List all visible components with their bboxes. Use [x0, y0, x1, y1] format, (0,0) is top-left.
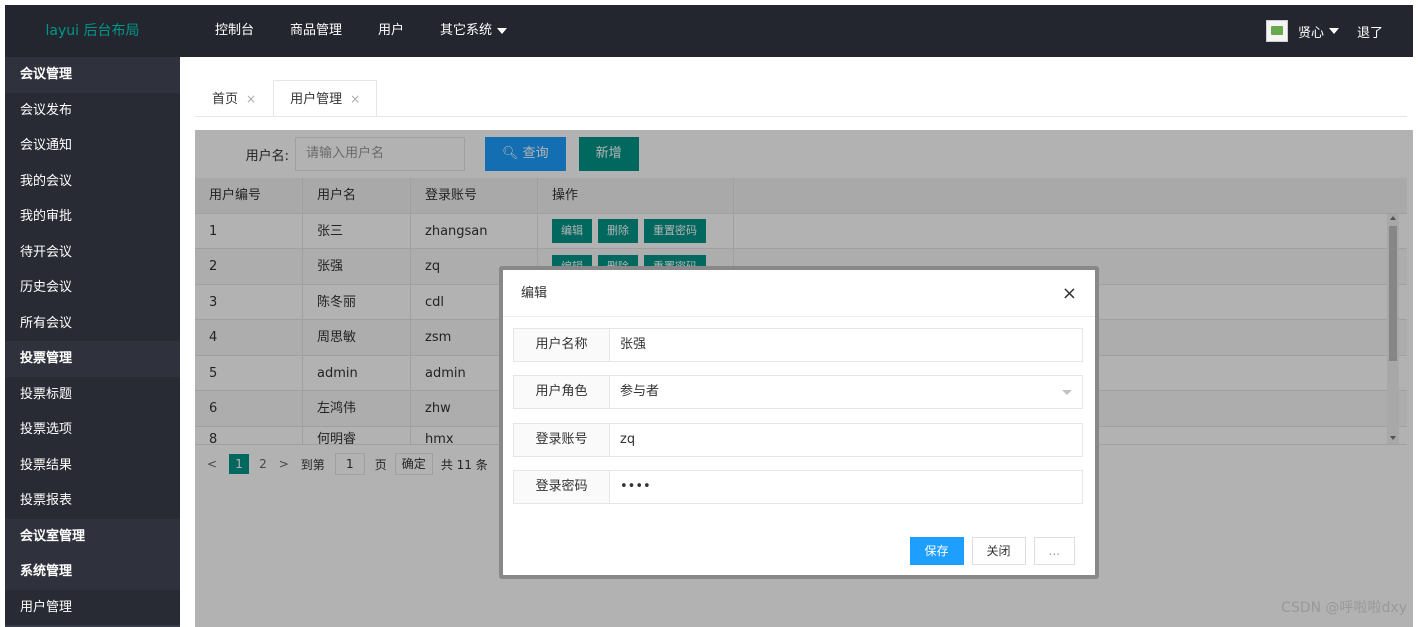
close-icon[interactable]: × [350, 92, 360, 106]
logout-link[interactable]: 退了 [1357, 22, 1383, 41]
tab-bar: 首页 × 用户管理 × [195, 80, 378, 117]
chevron-down-icon [497, 27, 508, 34]
sidebar-item-vote-report[interactable]: 投票报表 [5, 483, 180, 519]
watermark: CSDN @呼啦啦dxy [1281, 600, 1407, 616]
sidebar-item-my-meetings[interactable]: 我的会议 [5, 163, 180, 199]
nav-other-label: 其它系统 [440, 23, 493, 38]
cancel-button[interactable]: 关闭 [971, 537, 1026, 565]
dialog-title: 编辑 [521, 286, 548, 301]
save-button[interactable]: 保存 [909, 537, 964, 565]
user-name[interactable]: 贤心 [1298, 22, 1324, 41]
sidebar-item-user-management[interactable]: 用户管理 [5, 589, 180, 625]
user-area: 贤心 退了 [1265, 5, 1383, 57]
sidebar-group-room[interactable]: 会议室管理 [5, 518, 180, 554]
more-button[interactable]: ... [1033, 537, 1075, 565]
logo: layui 后台布局 [45, 23, 140, 39]
top-header: layui 后台布局 控制台 商品管理 用户 其它系统 贤心 退了 [5, 5, 1413, 57]
tab-home[interactable]: 首页 × [195, 80, 273, 117]
dialog-buttons: 保存 关闭 ... [902, 537, 1075, 565]
password-field[interactable]: •••• [610, 471, 1082, 503]
role-select[interactable]: 参与者 [610, 376, 1082, 408]
chevron-down-icon [1062, 390, 1072, 395]
nav-dashboard[interactable]: 控制台 [215, 5, 272, 57]
nav-products[interactable]: 商品管理 [290, 5, 360, 57]
sidebar-item-history-meetings[interactable]: 历史会议 [5, 270, 180, 306]
avatar[interactable] [1265, 20, 1288, 42]
sidebar: 会议管理 会议发布 会议通知 我的会议 我的审批 待开会议 历史会议 所有会议 … [5, 57, 180, 627]
edit-dialog-frame: 编辑 × 用户名称 张强 用户角色 参与者 登录账号 zq 登录密码 •••• … [499, 266, 1099, 579]
dialog-title-bar: 编辑 × [503, 270, 1095, 317]
sidebar-group-meeting[interactable]: 会议管理 [5, 57, 180, 93]
field-account: 登录账号 zq [513, 423, 1083, 457]
sidebar-group-vote[interactable]: 投票管理 [5, 341, 180, 377]
field-role: 用户角色 参与者 [513, 375, 1083, 409]
field-label: 用户名称 [514, 329, 610, 361]
sidebar-item-vote-results[interactable]: 投票结果 [5, 447, 180, 483]
tab-divider [195, 116, 1407, 117]
sidebar-item-meeting-notice[interactable]: 会议通知 [5, 128, 180, 164]
tab-label: 首页 [212, 92, 239, 107]
username-field[interactable]: 张强 [610, 329, 1082, 361]
top-nav: 控制台 商品管理 用户 其它系统 [215, 5, 543, 57]
sidebar-item-vote-title[interactable]: 投票标题 [5, 376, 180, 412]
nav-other-systems[interactable]: 其它系统 [440, 5, 525, 57]
close-icon[interactable]: × [246, 92, 256, 106]
account-field[interactable]: zq [610, 424, 1082, 456]
tab-label: 用户管理 [290, 92, 343, 107]
role-value: 参与者 [620, 384, 660, 399]
sidebar-item-my-approvals[interactable]: 我的审批 [5, 199, 180, 235]
field-username: 用户名称 张强 [513, 328, 1083, 362]
field-label: 登录账号 [514, 424, 610, 456]
sidebar-item-pending-meetings[interactable]: 待开会议 [5, 234, 180, 270]
tab-user-management[interactable]: 用户管理 × [273, 80, 378, 117]
close-icon[interactable]: × [1062, 270, 1077, 317]
field-password: 登录密码 •••• [513, 470, 1083, 504]
sidebar-group-system[interactable]: 系统管理 [5, 554, 180, 590]
field-label: 用户角色 [514, 376, 610, 408]
edit-dialog: 编辑 × 用户名称 张强 用户角色 参与者 登录账号 zq 登录密码 •••• … [503, 270, 1095, 575]
chevron-down-icon[interactable] [1328, 28, 1339, 34]
sidebar-item-all-meetings[interactable]: 所有会议 [5, 305, 180, 341]
sidebar-item-vote-options[interactable]: 投票选项 [5, 412, 180, 448]
field-label: 登录密码 [514, 471, 610, 503]
sidebar-item-meeting-publish[interactable]: 会议发布 [5, 92, 180, 128]
nav-users[interactable]: 用户 [378, 5, 422, 57]
